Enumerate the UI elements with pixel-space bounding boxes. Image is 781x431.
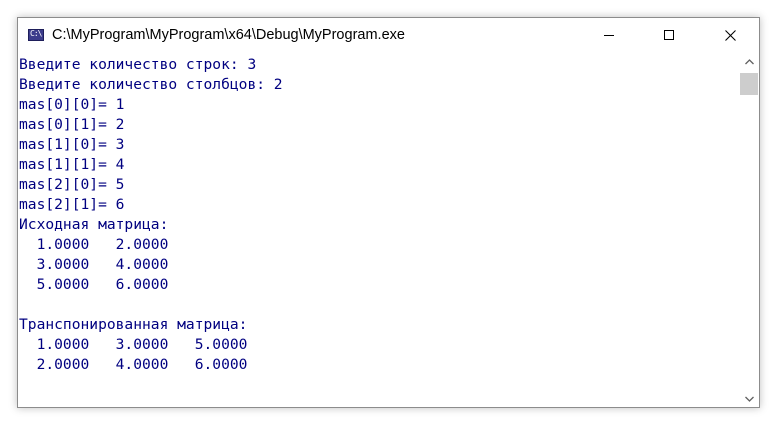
console-line: mas[1][0]= 3 [19, 136, 125, 153]
console-app-icon-label: C:\ [30, 29, 42, 38]
window-title: C:\MyProgram\MyProgram\x64\Debug\MyProgr… [52, 27, 405, 43]
minimize-button[interactable] [586, 18, 632, 53]
console-line: Транспонированная матрица: [19, 316, 248, 333]
console-line: Введите количество столбцов: 2 [19, 76, 283, 93]
console-line: mas[1][1]= 4 [19, 156, 125, 173]
scroll-down-button[interactable] [739, 390, 759, 407]
console-line: 2.0000 4.0000 6.0000 [19, 356, 248, 373]
title-bar[interactable]: C:\ C:\MyProgram\MyProgram\x64\Debug\MyP… [18, 18, 759, 53]
chevron-down-icon [745, 396, 754, 402]
vertical-scrollbar[interactable] [739, 53, 759, 407]
close-button[interactable] [707, 18, 753, 53]
console-line: Введите количество строк: 3 [19, 56, 257, 73]
chevron-up-icon [745, 59, 754, 65]
console-lines: Введите количество строк: 3 Введите коли… [19, 55, 283, 375]
console-line: mas[2][0]= 5 [19, 176, 125, 193]
console-output-area[interactable]: Введите количество строк: 3 Введите коли… [18, 53, 739, 407]
console-line: 1.0000 3.0000 5.0000 [19, 336, 248, 353]
console-line: 1.0000 2.0000 [19, 236, 169, 253]
console-line: mas[0][0]= 1 [19, 96, 125, 113]
console-line: Исходная матрица: [19, 216, 169, 233]
console-line: mas[2][1]= 6 [19, 196, 125, 213]
console-window: C:\ C:\MyProgram\MyProgram\x64\Debug\MyP… [17, 17, 760, 408]
console-line: mas[0][1]= 2 [19, 116, 125, 133]
close-icon [725, 30, 736, 41]
scrollbar-thumb[interactable] [740, 73, 758, 95]
console-line: 3.0000 4.0000 [19, 256, 169, 273]
console-app-icon[interactable]: C:\ [28, 29, 44, 41]
console-line: 5.0000 6.0000 [19, 276, 169, 293]
maximize-button[interactable] [646, 18, 692, 53]
scroll-up-button[interactable] [739, 53, 759, 70]
